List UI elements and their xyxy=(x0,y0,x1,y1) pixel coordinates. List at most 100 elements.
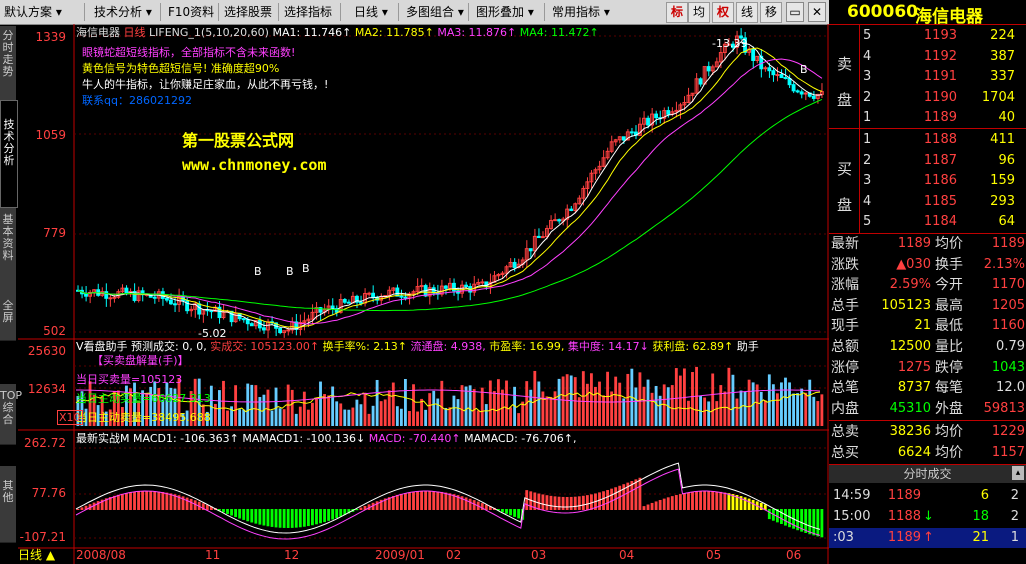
menu-common-indicators[interactable]: 常用指标 ▾ xyxy=(552,3,610,21)
ask-row[interactable]: 2 1190 1704 xyxy=(829,88,1026,108)
tab-intraday[interactable]: 分时走势 xyxy=(0,26,16,101)
volume-bar xyxy=(480,387,484,426)
scale-x10-badge[interactable]: X10 xyxy=(57,410,83,425)
stat-row[interactable]: 总额 12500 量比 0.79 xyxy=(829,337,1026,357)
tab-fundamentals[interactable]: 基本资料 xyxy=(0,208,16,293)
stat-label: 现手 xyxy=(831,318,859,335)
volume-bar xyxy=(549,396,553,426)
summary-row[interactable]: 总卖 38236 均价 1229 xyxy=(829,422,1026,442)
bid-row[interactable]: 5 1184 64 xyxy=(829,212,1026,232)
mode-line-button[interactable]: 线 xyxy=(736,2,758,23)
volume-bar xyxy=(707,401,711,426)
tab-other[interactable]: 其他 xyxy=(0,466,16,543)
macd-bar xyxy=(788,509,791,528)
volume-bar xyxy=(784,377,787,426)
level-number: 2 xyxy=(863,152,872,168)
ticks-tab[interactable]: 分时成交 xyxy=(829,464,1026,483)
volume-bar xyxy=(780,382,783,426)
stat-row[interactable]: 涨跌 ▲030 换手 2.13% xyxy=(829,255,1026,275)
stat-row[interactable]: 最新 1189 均价 1189 xyxy=(829,234,1026,254)
summary-row[interactable]: 总买 6624 均价 1157 xyxy=(829,443,1026,463)
stat-row[interactable]: 涨幅 2.59% 今开 1170 xyxy=(829,275,1026,295)
stat-row[interactable]: 现手 21 最低 1160 xyxy=(829,316,1026,336)
volume-bar xyxy=(533,370,537,426)
ask-row[interactable]: 4 1192 387 xyxy=(829,47,1026,67)
stat-value: 2.59% xyxy=(889,277,931,293)
macd-bar xyxy=(153,491,157,510)
macd-bar xyxy=(315,509,318,525)
scroll-up-icon[interactable]: ▴ xyxy=(1012,466,1024,480)
candle-body xyxy=(791,84,796,92)
macd-bar xyxy=(541,494,545,510)
mode-move-button[interactable]: 移 xyxy=(760,2,782,23)
ask-price: 1193 xyxy=(923,28,957,43)
ask-row[interactable]: 5 1193 224 xyxy=(829,26,1026,46)
tick-arrow: ↑ xyxy=(923,530,934,545)
volume-bar xyxy=(727,367,731,426)
price-axis-label: 779 xyxy=(43,226,66,240)
tick-volume: 21 xyxy=(972,530,989,545)
volume-bar xyxy=(553,391,557,426)
macd-bar xyxy=(638,477,642,510)
volume-bar xyxy=(618,382,622,426)
volume-bar xyxy=(306,409,310,426)
bid-row[interactable]: 3 1186 159 xyxy=(829,171,1026,191)
macd-bar xyxy=(331,509,335,520)
bid-row[interactable]: 4 1185 293 xyxy=(829,192,1026,212)
menu-select-indicator[interactable]: 选择指标 xyxy=(284,3,332,21)
tick-time: 15:00 xyxy=(833,509,871,524)
tab-fullscreen[interactable]: 全屏 xyxy=(0,290,16,341)
volume-bar xyxy=(541,391,545,426)
period-tab[interactable]: 日线 ▲ xyxy=(18,549,55,562)
menu-multi-chart[interactable]: 多图组合 ▾ xyxy=(406,3,464,21)
volume-bar xyxy=(311,402,314,426)
bid-row[interactable]: 1 1188 411 xyxy=(829,130,1026,150)
tick-count: 1 xyxy=(1010,530,1019,545)
tick-row[interactable]: 15:00 1188 ↓ 18 2 xyxy=(829,507,1026,527)
bid-row[interactable]: 2 1187 96 xyxy=(829,151,1026,171)
volume-bar xyxy=(796,393,800,426)
volume-bar xyxy=(266,389,270,426)
candle-body xyxy=(261,327,266,331)
macd-bar xyxy=(149,491,153,510)
mode-avg-button[interactable]: 均 xyxy=(688,2,710,23)
stat-row[interactable]: 总手 105123 最高 1205 xyxy=(829,296,1026,316)
volume-bar xyxy=(723,391,727,426)
menu-overlay[interactable]: 图形叠加 ▾ xyxy=(476,3,534,21)
mode-mark-button[interactable]: 标 xyxy=(666,2,688,23)
stat-row[interactable]: 涨停 1275 跌停 1043 xyxy=(829,358,1026,378)
macd-bar xyxy=(306,509,310,527)
macd-bar xyxy=(569,496,573,510)
tab-technical[interactable]: 技术分析 xyxy=(0,100,18,208)
menu-tech-analysis[interactable]: 技术分析 ▾ xyxy=(94,3,152,21)
menu-default-scheme[interactable]: 默认方案 ▾ xyxy=(4,3,62,21)
ask-row[interactable]: 1 1189 40 xyxy=(829,108,1026,128)
close-icon[interactable]: ✕ xyxy=(808,2,826,22)
tick-row[interactable]: :03 1189 ↑ 21 1 xyxy=(829,528,1026,548)
macd-bar xyxy=(412,491,415,510)
tab-top-summary[interactable]: TOP综合 xyxy=(0,384,22,445)
mode-rights-button[interactable]: 权 xyxy=(712,2,734,23)
ask-row[interactable]: 3 1191 337 xyxy=(829,67,1026,87)
menu-f10[interactable]: F10资料 xyxy=(168,3,214,21)
tick-row[interactable]: 14:59 1189 6 2 xyxy=(829,486,1026,506)
candle-body xyxy=(763,67,768,70)
volume-bar xyxy=(598,381,601,426)
volume-bar xyxy=(347,409,351,426)
minimize-icon[interactable]: ▭ xyxy=(786,2,804,22)
menu-period[interactable]: 日线 ▾ xyxy=(354,3,388,21)
separator xyxy=(468,3,469,21)
macd-bar xyxy=(517,509,521,519)
volume-bar xyxy=(589,373,593,426)
candle-body xyxy=(245,319,250,325)
separator xyxy=(398,3,399,21)
note-line-2: 黄色信号为特色超短信号! 准确度超90% xyxy=(82,62,280,75)
menu-select-stock[interactable]: 选择股票 xyxy=(224,3,272,21)
macd-bar xyxy=(804,509,808,533)
stat-row[interactable]: 内盘 45310 外盘 59813 xyxy=(829,399,1026,419)
stat-row[interactable]: 总笔 8737 每笔 12.0 xyxy=(829,378,1026,398)
macd-bar xyxy=(715,491,719,510)
summary-value: 38236 xyxy=(889,424,931,439)
candle-body xyxy=(799,91,804,95)
macd-bar xyxy=(646,504,650,510)
